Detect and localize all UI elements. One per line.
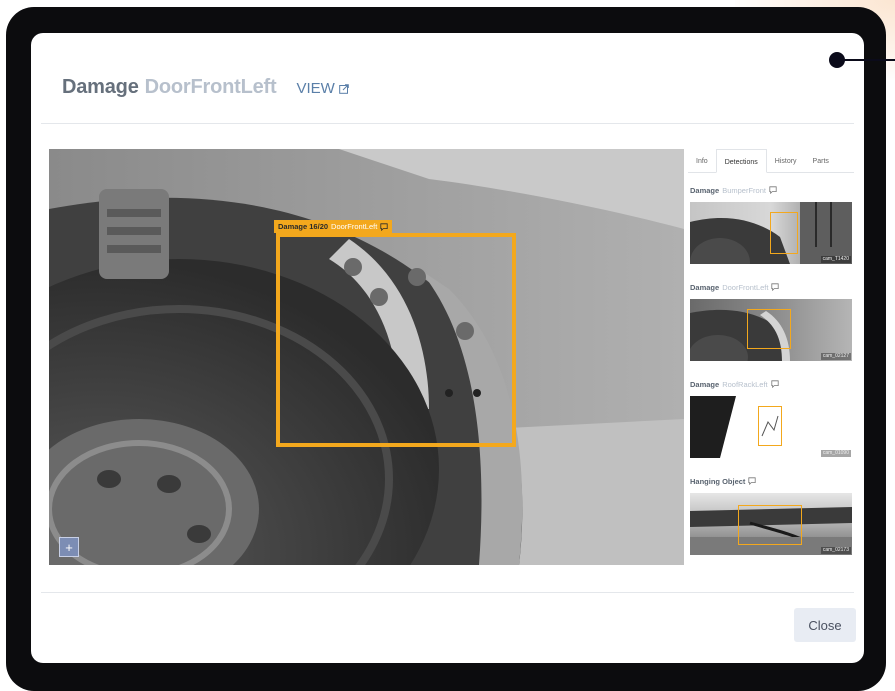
detection-title-part: BumperFront [722, 185, 766, 195]
damage-modal: Damage DoorFrontLeft VIEW Damage 16/20 D… [31, 33, 864, 663]
thumbnail-bbox [758, 406, 782, 446]
plus-icon: + [65, 539, 73, 555]
comment-icon[interactable] [769, 186, 777, 194]
detection-item[interactable]: Damage BumperFront cam_T1420 [690, 184, 852, 264]
detection-title: Damage DoorFrontLeft [690, 281, 852, 293]
side-tabs: Info Detections History Parts [688, 149, 854, 173]
comment-icon[interactable] [748, 477, 757, 485]
external-link-icon [338, 83, 349, 94]
detection-title-main: Hanging Object [690, 476, 746, 486]
tab-detections[interactable]: Detections [715, 149, 767, 173]
detection-thumbnail[interactable]: cam_T1420 [690, 202, 852, 264]
tab-info[interactable]: Info [688, 149, 716, 172]
detection-item[interactable]: Damage DoorFrontLeft cam_02127 [690, 281, 852, 361]
detection-title: Hanging Object [690, 475, 852, 487]
zoom-in-button[interactable]: + [59, 537, 79, 557]
modal-title: Damage [62, 76, 139, 98]
camera-tag: cam_02127 [820, 353, 851, 360]
close-button[interactable]: Close [794, 608, 856, 642]
camera-tag: cam_02173 [820, 547, 851, 554]
image-viewer[interactable]: Damage 16/20 DoorFrontLeft + [49, 149, 684, 565]
camera-tag: cam_T1420 [820, 256, 851, 263]
detection-bounding-box[interactable] [276, 233, 516, 447]
comment-icon[interactable] [771, 283, 780, 291]
detection-thumbnail[interactable]: cam_01090 [690, 396, 852, 458]
modal-title-part: DoorFrontLeft [144, 76, 277, 98]
detection-thumbnail[interactable]: cam_02173 [690, 493, 852, 555]
detection-thumbnail[interactable]: cam_02127 [690, 299, 852, 361]
footer-divider [41, 592, 854, 593]
modal-header: Damage DoorFrontLeft VIEW [62, 76, 349, 99]
detection-title: Damage RoofRackLeft [690, 378, 852, 390]
tab-parts[interactable]: Parts [805, 149, 837, 172]
detection-title-part: RoofRackLeft [722, 379, 768, 389]
view-link-label: VIEW [296, 80, 335, 97]
detection-title-main: Damage [690, 379, 720, 389]
detection-title-main: Damage [690, 185, 720, 195]
detection-title-part: DoorFrontLeft [722, 282, 769, 292]
detections-panel: Info Detections History Parts Damage Bum… [686, 149, 856, 565]
view-link[interactable]: VIEW [296, 80, 349, 97]
thumbnail-bbox [738, 505, 802, 545]
camera-tag: cam_01090 [820, 450, 851, 457]
detection-item[interactable]: Hanging Object cam_02173 [690, 475, 852, 555]
detection-title: Damage BumperFront [690, 184, 852, 196]
detection-item[interactable]: Damage RoofRackLeft cam_01090 [690, 378, 852, 458]
bbox-label-main: Damage 16/20 [278, 222, 329, 231]
header-divider [41, 123, 854, 124]
comment-icon[interactable] [771, 380, 779, 388]
tab-history[interactable]: History [767, 149, 805, 172]
bbox-label-part: DoorFrontLeft [331, 222, 378, 231]
stylus-line [842, 59, 895, 61]
thumbnail-bbox [747, 309, 791, 349]
comment-icon[interactable] [380, 222, 388, 231]
thumbnail-bbox [770, 212, 798, 254]
bbox-label: Damage 16/20 DoorFrontLeft [274, 220, 393, 233]
detection-title-main: Damage [690, 282, 720, 292]
